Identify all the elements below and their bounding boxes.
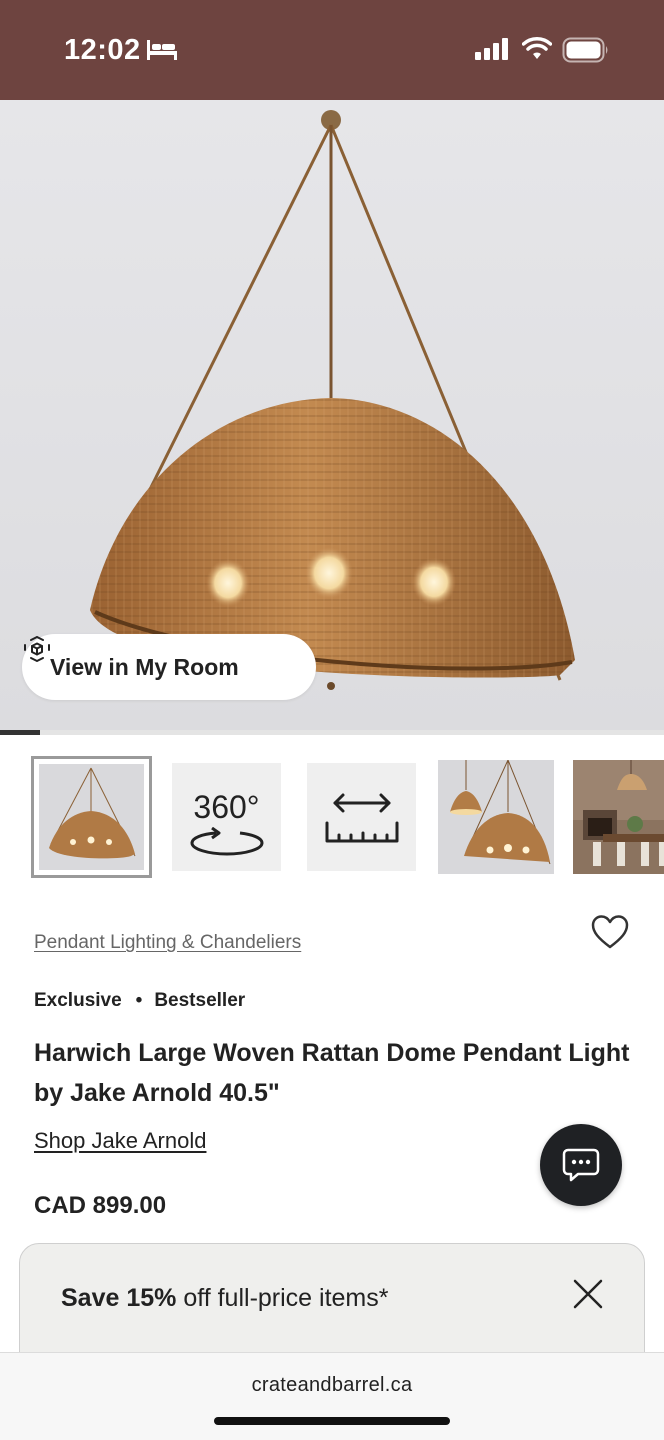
url-text[interactable]: crateandbarrel.ca [0, 1374, 664, 1397]
promo-bold-prefix: Save 15% [61, 1284, 177, 1312]
badge-exclusive: Exclusive [34, 990, 122, 1011]
thumbnail-5[interactable] [573, 760, 664, 874]
360-label: 360° [193, 789, 260, 825]
browser-address-bar[interactable]: crateandbarrel.ca [0, 1352, 664, 1440]
view-in-my-room-label: View in My Room [50, 653, 239, 680]
thumbnail-dimensions[interactable] [307, 763, 416, 871]
gallery-progress-fill [0, 730, 40, 735]
thumbnail-strip: 360° [0, 756, 664, 880]
home-indicator [214, 1417, 450, 1425]
gallery-progress-bar [0, 730, 664, 735]
product-title: Harwich Large Woven Rattan Dome Pendant … [34, 1039, 630, 1107]
badge-bestseller: Bestseller [154, 990, 246, 1011]
product-price: CAD 899.00 [34, 1192, 167, 1219]
battery-icon [562, 37, 608, 63]
category-breadcrumb-link[interactable]: Pendant Lighting & Chandeliers [34, 932, 301, 954]
close-icon[interactable] [572, 1278, 604, 1310]
wifi-icon [522, 37, 552, 59]
pendant-pair-thumbnail-image [438, 760, 554, 874]
favorite-heart-icon[interactable] [590, 914, 630, 950]
status-time: 12:02 [64, 34, 141, 66]
view-in-my-room-button[interactable]: View in My Room [22, 634, 316, 700]
product-badges: Exclusive • Bestseller [34, 990, 245, 1012]
promo-text: Save 15% off full-price items* [61, 1284, 388, 1313]
signal-icon [475, 38, 508, 60]
thumbnail-360-view[interactable]: 360° [172, 763, 281, 871]
badge-separator: • [135, 990, 143, 1011]
shop-brand-link[interactable]: Shop Jake Arnold [34, 1128, 206, 1154]
ar-cube-icon [24, 636, 50, 662]
chat-bubble-icon [562, 1148, 600, 1182]
chat-button[interactable] [540, 1124, 622, 1206]
thumbnail-4[interactable] [438, 760, 554, 874]
rotate-360-icon [190, 827, 264, 856]
promo-body: off full-price items* [176, 1284, 389, 1312]
thumbnail-1[interactable] [31, 756, 152, 878]
product-hero-image[interactable]: View in My Room [0, 100, 664, 732]
status-bar: 12:02 [0, 0, 664, 100]
pendant-thumbnail-image [39, 764, 144, 870]
bed-icon [147, 40, 177, 60]
dining-room-thumbnail-image [573, 760, 664, 874]
ruler-arrows-icon [325, 793, 399, 843]
